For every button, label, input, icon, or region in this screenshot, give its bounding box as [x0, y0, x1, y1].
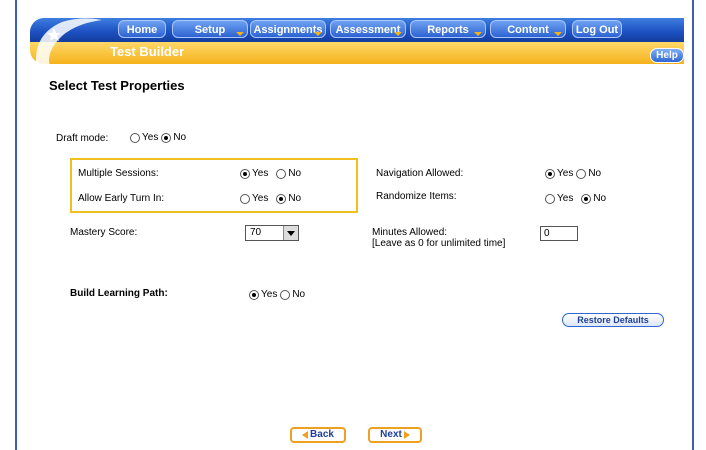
- build-learning-path-label: Build Learning Path:: [70, 288, 168, 299]
- nav-assignments[interactable]: Assignments: [250, 20, 326, 38]
- radio-label: Yes: [142, 132, 159, 143]
- multiple-sessions-no-radio[interactable]: [276, 168, 287, 179]
- logo-swoosh-icon: [35, 18, 102, 66]
- mastery-score-value: 70: [250, 227, 262, 238]
- randomize-items-no-radio[interactable]: [581, 193, 592, 204]
- build-learning-path-yes-radio[interactable]: [249, 289, 259, 300]
- chevron-down-icon[interactable]: [283, 226, 298, 240]
- nav-reports[interactable]: Reports: [410, 20, 486, 38]
- nav-assessment[interactable]: Assessment: [330, 20, 406, 38]
- next-button[interactable]: Next: [368, 427, 422, 443]
- radio-label: No: [588, 168, 602, 179]
- help-button[interactable]: Help: [650, 48, 684, 63]
- next-button-label: Next: [380, 429, 402, 440]
- draft-mode-yes-radio[interactable]: [130, 132, 140, 143]
- radio-label: Yes: [557, 193, 574, 204]
- page-title: Select Test Properties: [49, 78, 185, 93]
- radio-label: No: [593, 193, 607, 204]
- minutes-allowed-label: Minutes Allowed:: [372, 227, 448, 238]
- dropdown-arrow-icon: [314, 32, 322, 36]
- nav-home[interactable]: Home: [118, 20, 166, 38]
- allow-early-turn-in-yes-radio[interactable]: [240, 193, 250, 204]
- randomize-items-label: Randomize Items:: [376, 191, 457, 202]
- draft-mode-no-radio[interactable]: [161, 132, 172, 143]
- radio-label: No: [292, 289, 306, 300]
- multiple-sessions-label: Multiple Sessions:: [78, 168, 159, 179]
- back-button[interactable]: Back: [290, 427, 346, 443]
- page-frame: [15, 0, 694, 450]
- navigation-allowed-label: Navigation Allowed:: [376, 168, 464, 179]
- radio-label: No: [288, 168, 302, 179]
- radio-label: Yes: [261, 289, 278, 300]
- dropdown-arrow-icon: [474, 32, 482, 36]
- build-learning-path-no-radio[interactable]: [280, 289, 291, 300]
- radio-label: Yes: [252, 193, 269, 204]
- allow-early-turn-in-no-radio[interactable]: [276, 193, 287, 204]
- dropdown-arrow-icon: [554, 32, 562, 36]
- minutes-allowed-input[interactable]: 0: [540, 226, 578, 241]
- minutes-allowed-hint: [Leave as 0 for unlimited time]: [372, 238, 506, 249]
- randomize-items-options: Yes No: [542, 193, 606, 204]
- allow-early-turn-in-options: Yes No: [237, 193, 301, 204]
- navigation-allowed-yes-radio[interactable]: [545, 168, 555, 179]
- nav-setup[interactable]: Setup: [172, 20, 248, 38]
- draft-mode-options: Yes No: [127, 132, 186, 143]
- multiple-sessions-yes-radio[interactable]: [240, 168, 250, 179]
- mastery-score-label: Mastery Score:: [70, 227, 138, 238]
- arrow-right-icon: [403, 431, 410, 439]
- randomize-items-yes-radio[interactable]: [545, 193, 555, 204]
- radio-label: No: [173, 132, 187, 143]
- nav-log-out[interactable]: Log Out: [572, 20, 622, 38]
- multiple-sessions-options: Yes No: [237, 168, 301, 179]
- dropdown-arrow-icon: [236, 32, 244, 36]
- mastery-score-select[interactable]: 70: [245, 225, 299, 241]
- radio-label: Yes: [557, 168, 574, 179]
- navigation-allowed-no-radio[interactable]: [576, 168, 587, 179]
- dropdown-arrow-icon: [394, 32, 402, 36]
- restore-defaults-button[interactable]: Restore Defaults: [562, 313, 664, 327]
- radio-label: No: [288, 193, 302, 204]
- allow-early-turn-in-label: Allow Early Turn In:: [78, 193, 165, 204]
- page-header-title: Test Builder: [110, 44, 185, 59]
- highlight-box: [70, 158, 358, 213]
- build-learning-path-options: Yes No: [246, 289, 305, 300]
- back-button-label: Back: [310, 429, 334, 440]
- draft-mode-label: Draft mode:: [56, 133, 109, 144]
- navigation-allowed-options: Yes No: [542, 168, 601, 179]
- arrow-left-icon: [302, 431, 309, 439]
- nav-content[interactable]: Content: [490, 20, 566, 38]
- radio-label: Yes: [252, 168, 269, 179]
